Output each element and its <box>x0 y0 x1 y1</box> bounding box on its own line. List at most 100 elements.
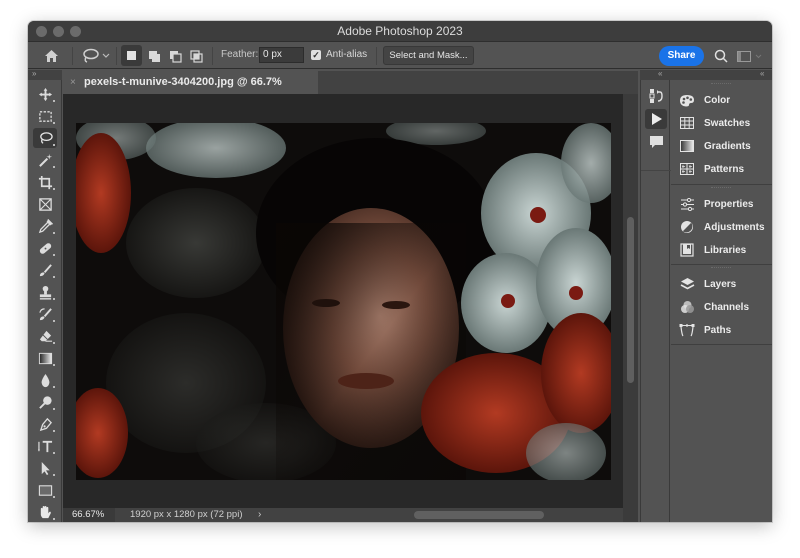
channels-panel-label: Channels <box>704 301 750 313</box>
add-to-selection-button[interactable] <box>144 46 164 66</box>
patterns-panel-tab[interactable]: Patterns <box>679 159 771 179</box>
panel-group-grip[interactable] <box>711 187 731 189</box>
share-button[interactable]: Share <box>659 46 704 66</box>
select-and-mask-button[interactable]: Select and Mask... <box>383 46 474 65</box>
new-selection-button[interactable] <box>121 45 142 66</box>
search-button[interactable] <box>711 46 731 66</box>
rectangle-tool[interactable] <box>33 480 57 500</box>
swatches-panel-label: Swatches <box>704 117 751 129</box>
channels-panel-tab[interactable]: Channels <box>679 297 771 317</box>
layers-panel-tab[interactable]: Layers <box>679 274 771 294</box>
actions-panel-button[interactable] <box>645 109 667 129</box>
close-tab-icon[interactable]: × <box>70 71 76 94</box>
chevron-down-icon <box>102 53 109 58</box>
arrow-icon <box>41 461 50 475</box>
feather-label: Feather: <box>221 49 259 60</box>
chevron-down-icon <box>755 54 761 58</box>
document-tab-bar: × pexels-t-munive-3404200.jpg @ 66.7% (R… <box>63 71 638 111</box>
paths-icon <box>679 324 695 337</box>
frame-tool[interactable] <box>33 194 57 214</box>
anti-alias-label: Anti-alias <box>326 49 368 60</box>
feather-input[interactable]: 0 px <box>259 47 304 63</box>
pen-tool[interactable] <box>33 414 57 434</box>
pen-icon <box>39 417 52 431</box>
layers-icon <box>680 278 694 290</box>
subtract-selection-icon <box>169 50 182 63</box>
libraries-panel-tab[interactable]: Libraries <box>679 240 771 260</box>
status-menu-chevron[interactable]: › <box>258 508 261 522</box>
brush-tool[interactable] <box>33 260 57 280</box>
clone-stamp-tool[interactable] <box>33 282 57 302</box>
sliders-icon <box>680 197 694 211</box>
lasso-icon <box>82 48 99 63</box>
paths-panel-label: Paths <box>704 324 732 336</box>
canvas-area[interactable] <box>63 94 623 508</box>
history-brush-tool[interactable] <box>33 304 57 324</box>
subtract-from-selection-button[interactable] <box>165 46 185 66</box>
type-icon <box>37 440 52 452</box>
adjustments-panel-label: Adjustments <box>704 221 765 233</box>
gradient-icon <box>38 352 52 364</box>
eraser-tool[interactable] <box>33 326 57 346</box>
grid-icon <box>680 117 694 129</box>
history-brush-icon <box>38 307 52 320</box>
adjustments-panel-tab[interactable]: Adjustments <box>679 217 771 237</box>
crop-tool[interactable] <box>33 172 57 192</box>
layers-panel-label: Layers <box>704 278 737 290</box>
expand-toolbar-icon[interactable]: » <box>32 69 36 78</box>
add-selection-icon <box>148 50 160 62</box>
document-image[interactable] <box>76 123 611 480</box>
zoom-level-field[interactable]: 66.67% <box>63 508 115 522</box>
document-tab[interactable]: × pexels-t-munive-3404200.jpg @ 66.7% (R… <box>63 71 318 111</box>
healing-brush-tool[interactable] <box>33 238 57 258</box>
panel-group-grip[interactable] <box>711 267 731 269</box>
move-tool[interactable] <box>33 84 57 104</box>
title-bar: Adobe Photoshop 2023 <box>28 21 772 41</box>
history-panel-button[interactable] <box>645 86 667 106</box>
comments-panel-button[interactable] <box>645 132 667 152</box>
collapse-iconcol-icon[interactable]: « <box>658 69 662 78</box>
collapse-panels-icon[interactable]: « <box>760 69 764 78</box>
patterns-panel-label: Patterns <box>704 163 745 175</box>
marquee-icon <box>38 110 52 122</box>
blur-tool[interactable] <box>33 370 57 390</box>
panel-group-grip[interactable] <box>711 83 731 85</box>
status-bar: 66.67% 1920 px x 1280 px (72 ppi) › <box>63 508 623 522</box>
properties-panel-tab[interactable]: Properties <box>679 194 771 214</box>
color-panel-tab[interactable]: Color <box>679 90 771 110</box>
lasso-tool[interactable] <box>33 128 57 148</box>
tool-preset-picker[interactable] <box>78 46 112 66</box>
magic-wand-icon <box>38 153 52 167</box>
crop-icon <box>38 175 52 189</box>
search-icon <box>714 49 728 63</box>
home-button[interactable] <box>40 46 62 66</box>
history-icon <box>649 89 663 103</box>
workspace-switcher[interactable] <box>734 46 764 66</box>
anti-alias-checkbox[interactable]: ✓ <box>311 50 321 60</box>
eyedropper-tool[interactable] <box>33 216 57 236</box>
brush-icon <box>39 263 52 276</box>
paths-panel-tab[interactable]: Paths <box>679 320 771 340</box>
intersect-selection-icon <box>189 49 203 63</box>
stamp-icon <box>39 285 51 300</box>
library-icon <box>680 243 694 257</box>
hand-tool[interactable] <box>33 502 57 522</box>
vertical-scroll-thumb[interactable] <box>627 217 634 383</box>
swatches-panel-tab[interactable]: Swatches <box>679 113 771 133</box>
path-selection-tool[interactable] <box>33 458 57 478</box>
vertical-scrollbar[interactable] <box>623 94 638 522</box>
workspace-icon <box>736 50 751 62</box>
intersect-selection-button[interactable] <box>186 46 206 66</box>
portrait-photo <box>76 123 611 480</box>
document-info: 1920 px x 1280 px (72 ppi) <box>130 509 243 520</box>
pattern-icon <box>680 163 694 175</box>
magic-wand-tool[interactable] <box>33 150 57 170</box>
gradient-icon <box>680 140 694 152</box>
type-tool[interactable] <box>33 436 57 456</box>
rectangular-marquee-tool[interactable] <box>33 106 57 126</box>
dodge-tool[interactable] <box>33 392 57 412</box>
horizontal-scroll-thumb[interactable] <box>414 511 544 519</box>
bandage-icon <box>39 242 51 254</box>
gradient-tool[interactable] <box>33 348 57 368</box>
gradients-panel-tab[interactable]: Gradients <box>679 136 771 156</box>
